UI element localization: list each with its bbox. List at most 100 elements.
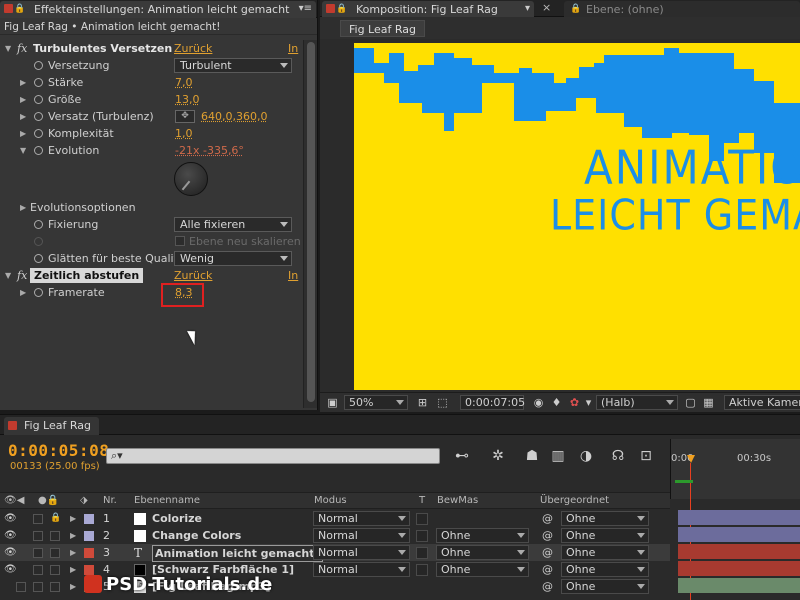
parent-dropdown[interactable]: Ohne — [561, 511, 649, 526]
region-of-interest-icon[interactable]: ▢ — [684, 396, 697, 409]
layer-row-selected[interactable]: 👁 ▶ 3 T Animation leicht gemacht! Normal… — [0, 544, 800, 562]
label-color-swatch[interactable] — [84, 531, 94, 541]
track-matte-dropdown[interactable]: Ohne — [436, 528, 529, 543]
twirl-closed-icon[interactable]: ▶ — [20, 91, 26, 108]
lock-toggle[interactable] — [50, 565, 60, 575]
effect-header-posterize-time[interactable]: ▼ fx Zeitlich abstufen Zurück In — [0, 267, 302, 284]
twirl-closed-icon[interactable]: ▶ — [20, 284, 26, 301]
twirl-closed-icon[interactable]: ▶ — [20, 108, 26, 125]
twirl-open-icon[interactable]: ▼ — [20, 142, 26, 159]
draft-3d-icon[interactable]: ✲ — [488, 446, 508, 466]
stopwatch-icon[interactable] — [34, 95, 43, 104]
close-panel-icon[interactable] — [4, 4, 13, 13]
layer-duration-bar[interactable] — [678, 561, 800, 576]
lock-icon[interactable]: 🔒 — [14, 4, 25, 14]
eye-icon[interactable]: 👁 — [4, 561, 17, 578]
always-preview-icon[interactable]: ▣ — [326, 396, 339, 409]
resize-layer-checkbox[interactable] — [175, 236, 185, 246]
current-time-field[interactable]: 0:00:07:05 — [460, 395, 525, 410]
size-value[interactable]: 13,0 — [175, 91, 200, 108]
visibility-column-icon[interactable]: 👁◀ — [4, 493, 24, 508]
twirl-open-icon[interactable]: ▼ — [5, 267, 11, 284]
mode-dropdown[interactable]: Normal — [313, 562, 410, 577]
lock-icon[interactable]: 🔒 — [570, 4, 581, 14]
layer-name[interactable]: Colorize — [152, 510, 202, 527]
eye-icon[interactable]: 👁 — [4, 544, 17, 561]
lock-toggle[interactable] — [50, 548, 60, 558]
reset-link[interactable]: Zurück — [174, 40, 212, 57]
time-ruler[interactable]: 0:00 00:30s — [670, 439, 800, 600]
lock-icon[interactable]: 🔒 — [336, 4, 347, 14]
motion-blur-icon[interactable]: ◑ — [576, 446, 596, 466]
layer-duration-bar[interactable] — [678, 578, 800, 593]
evolution-value[interactable]: -21x -335,6° — [175, 142, 244, 159]
twirl-open-icon[interactable]: ▼ — [5, 40, 11, 57]
about-link[interactable]: In — [288, 40, 298, 57]
twirl-closed-icon[interactable]: ▶ — [20, 125, 26, 142]
parent-dropdown[interactable]: Ohne — [561, 528, 649, 543]
layer-search-input[interactable]: ⌕▾ — [106, 448, 440, 464]
twirl-closed-icon[interactable]: ▶ — [70, 544, 76, 561]
zoom-dropdown[interactable]: 50% — [344, 395, 408, 410]
effect-header-turbulent-displace[interactable]: ▼ fx Turbulentes Versetzen Zurück In — [0, 40, 302, 57]
lock-toggle[interactable] — [50, 531, 60, 541]
evolution-angle-dial[interactable] — [174, 162, 208, 196]
solo-toggle[interactable] — [33, 548, 43, 558]
parent-pickwhip-icon[interactable]: @ — [542, 544, 553, 561]
close-tab-icon[interactable]: × — [542, 1, 551, 14]
tab-effect-controls[interactable]: 🔒 Effekteinstellungen: Animation leicht … — [0, 1, 316, 18]
active-camera-dropdown[interactable]: Aktive Kamer — [724, 395, 800, 410]
preserve-transparency-toggle[interactable] — [416, 547, 428, 559]
stopwatch-icon[interactable] — [34, 146, 43, 155]
tab-timeline[interactable]: Fig Leaf Rag — [4, 417, 99, 435]
comp-mini-flowchart-icon[interactable]: ⊷ — [452, 446, 472, 466]
twirl-closed-icon[interactable]: ▶ — [70, 578, 76, 595]
resolution-dropdown[interactable]: (Halb) — [596, 395, 678, 410]
lock-toggle[interactable] — [50, 582, 60, 592]
show-snapshot-icon[interactable]: ♦ — [550, 396, 563, 409]
parent-pickwhip-icon[interactable]: @ — [542, 561, 553, 578]
crosshair-icon[interactable]: ✥ — [175, 110, 195, 123]
parent-dropdown[interactable]: Ohne — [561, 562, 649, 577]
close-panel-icon[interactable] — [326, 4, 335, 13]
eye-icon[interactable]: 👁 — [4, 510, 17, 527]
fx-icon[interactable]: fx — [17, 40, 27, 57]
mode-dropdown[interactable]: Normal — [313, 545, 410, 560]
composition-viewer[interactable]: ANIMATION LEICHT GEMACHT! — [354, 43, 800, 390]
panel-menu-icon[interactable]: ▾≡ — [299, 3, 312, 14]
brainstorm-icon[interactable]: ☊ — [608, 446, 628, 466]
twirl-closed-icon[interactable]: ▶ — [20, 74, 26, 91]
solo-toggle[interactable] — [33, 531, 43, 541]
layer-row[interactable]: 👁 ▶ 2 Change Colors Normal Ohne @ Ohne — [0, 527, 800, 544]
stopwatch-icon[interactable] — [34, 220, 43, 229]
mode-dropdown[interactable]: Normal — [313, 511, 410, 526]
preserve-transparency-toggle[interactable] — [416, 530, 428, 542]
label-column-icon[interactable]: ⬗ — [80, 493, 88, 508]
antialiasing-dropdown[interactable]: Wenig — [174, 251, 292, 266]
transparency-grid-icon[interactable]: ▦ — [702, 396, 715, 409]
pinning-dropdown[interactable]: Alle fixieren — [174, 217, 292, 232]
layer-duration-bar[interactable] — [678, 544, 800, 559]
solo-toggle[interactable] — [33, 582, 43, 592]
mode-dropdown[interactable]: Normal — [313, 528, 410, 543]
parent-pickwhip-icon[interactable]: @ — [542, 527, 553, 544]
layer-duration-bar[interactable] — [678, 527, 800, 542]
twirl-closed-icon[interactable]: ▶ — [70, 527, 76, 544]
complexity-value[interactable]: 1,0 — [175, 125, 193, 142]
stopwatch-icon[interactable] — [34, 78, 43, 87]
composition-subtab[interactable]: Fig Leaf Rag — [340, 20, 425, 37]
label-color-swatch[interactable] — [84, 548, 94, 558]
channels-icon[interactable]: ✿ — [568, 396, 581, 409]
graph-editor-icon[interactable]: ⊡ — [636, 446, 656, 466]
parent-pickwhip-icon[interactable]: @ — [542, 578, 553, 595]
solo-toggle[interactable] — [33, 514, 43, 524]
work-area-bar[interactable] — [675, 480, 693, 483]
eye-icon[interactable]: 👁 — [4, 527, 17, 544]
layer-name[interactable]: Change Colors — [152, 527, 241, 544]
column-layer-name[interactable]: Ebenenname — [134, 493, 200, 508]
current-time-display[interactable]: 0:00:05:08 — [8, 441, 109, 460]
frame-blending-icon[interactable]: ▥ — [548, 446, 568, 466]
reset-link[interactable]: Zurück — [174, 267, 212, 284]
twirl-closed-icon[interactable]: ▶ — [70, 561, 76, 578]
track-matte-dropdown[interactable]: Ohne — [436, 562, 529, 577]
